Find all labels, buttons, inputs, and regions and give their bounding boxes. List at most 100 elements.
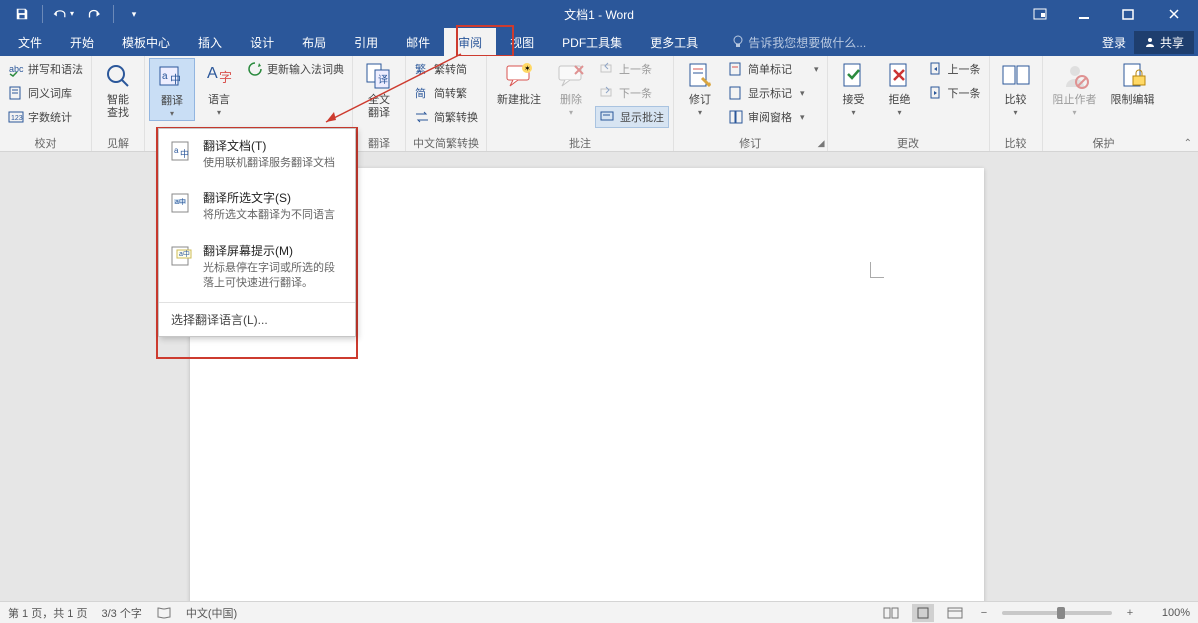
close-button[interactable]	[1150, 0, 1198, 28]
maximize-button[interactable]	[1106, 0, 1150, 28]
tab-review[interactable]: 审阅	[444, 28, 496, 56]
qat-customize[interactable]: ▾	[120, 2, 148, 26]
group-label-chinese-conv: 中文简繁转换	[406, 135, 486, 151]
quick-access-toolbar: ▾ ▾	[0, 2, 148, 26]
login-link[interactable]: 登录	[1102, 34, 1126, 51]
tab-insert[interactable]: 插入	[184, 28, 236, 56]
group-label-compare: 比较	[990, 135, 1042, 151]
translate-selection-item[interactable]: a中 翻译所选文字(S) 将所选文本翻译为不同语言	[159, 181, 355, 233]
zoom-level[interactable]: 100%	[1148, 607, 1190, 619]
smart-lookup-button[interactable]: 智能 查找	[96, 58, 140, 122]
undo-button[interactable]: ▾	[49, 2, 77, 26]
simp-to-trad-button[interactable]: 简简转繁	[410, 82, 482, 104]
tab-design[interactable]: 设计	[236, 28, 288, 56]
group-tracking: 修订 ▾ 简单标记▾ 显示标记▾ 审阅窗格▾ 修订◢	[674, 56, 828, 151]
window-title: 文档1 - Word	[564, 6, 634, 23]
choose-translation-language-item[interactable]: 选择翻译语言(L)...	[159, 303, 355, 336]
status-chars[interactable]: 3/3 个字	[101, 605, 141, 621]
next-comment-button[interactable]: 下一条	[595, 82, 669, 104]
new-comment-icon: ✶	[503, 60, 535, 92]
tab-pdf[interactable]: PDF工具集	[548, 28, 636, 56]
update-ime-dict-button[interactable]: 更新输入法词典	[243, 58, 348, 80]
ime-update-icon	[247, 61, 263, 77]
ribbon-tabs: 文件 开始 模板中心 插入 设计 布局 引用 邮件 审阅 视图 PDF工具集 更…	[0, 28, 1198, 56]
thesaurus-button[interactable]: 同义词库	[4, 82, 87, 104]
chevron-down-icon: ▾	[569, 109, 573, 117]
tab-more[interactable]: 更多工具	[636, 28, 712, 56]
compare-button[interactable]: 比较 ▾	[994, 58, 1038, 119]
status-book-icon[interactable]	[156, 606, 172, 620]
tab-view[interactable]: 视图	[496, 28, 548, 56]
zoom-in-button[interactable]: +	[1122, 607, 1138, 619]
svg-text:123: 123	[11, 115, 23, 122]
chinese-conversion-button[interactable]: 简繁转换	[410, 106, 482, 128]
tell-me-search[interactable]: 告诉我您想要做什么...	[732, 34, 866, 51]
reject-icon	[884, 60, 916, 92]
svg-text:a: a	[162, 71, 168, 82]
view-web-button[interactable]	[944, 604, 966, 622]
prev-change-icon	[928, 61, 944, 77]
zoom-out-button[interactable]: −	[976, 607, 992, 619]
reviewing-pane-icon	[728, 109, 744, 125]
dialog-launcher-icon[interactable]: ◢	[818, 138, 825, 149]
minimize-button[interactable]	[1062, 0, 1106, 28]
cursor-mark	[870, 258, 886, 278]
svg-text:中: 中	[180, 148, 189, 159]
share-button[interactable]: 共享	[1134, 31, 1194, 54]
prev-change-button[interactable]: 上一条	[924, 58, 985, 80]
view-read-button[interactable]	[880, 604, 902, 622]
spelling-grammar-button[interactable]: abc拼写和语法	[4, 58, 87, 80]
status-language[interactable]: 中文(中国)	[186, 605, 237, 621]
status-page[interactable]: 第 1 页，共 1 页	[8, 605, 87, 621]
tell-me-placeholder: 告诉我您想要做什么...	[748, 34, 866, 51]
show-comments-button[interactable]: 显示批注	[595, 106, 669, 128]
view-print-button[interactable]	[912, 604, 934, 622]
show-comments-icon	[600, 109, 616, 125]
zoom-slider[interactable]	[1002, 611, 1112, 615]
redo-button[interactable]	[79, 2, 107, 26]
translate-screentip-item[interactable]: a中 翻译屏幕提示(M) 光标悬停在字词或所选的段落上可快速进行翻译。	[159, 234, 355, 302]
group-label-insights: 见解	[92, 135, 144, 151]
reviewing-pane-button[interactable]: 审阅窗格▾	[724, 106, 823, 128]
collapse-ribbon-button[interactable]: ⌃	[1184, 138, 1192, 149]
tab-file[interactable]: 文件	[4, 28, 56, 56]
full-translate-button[interactable]: 译 全文 翻译	[357, 58, 401, 122]
translate-tip-icon: a中	[169, 244, 193, 268]
translate-button[interactable]: a中 翻译 ▾	[149, 58, 195, 121]
restrict-editing-button[interactable]: 限制编辑	[1105, 58, 1161, 109]
smart-lookup-icon	[102, 60, 134, 92]
translate-icon: a中	[156, 61, 188, 93]
save-button[interactable]	[8, 2, 36, 26]
show-markup-button[interactable]: 显示标记▾	[724, 82, 823, 104]
ribbon-options-button[interactable]	[1018, 0, 1062, 28]
word-count-button[interactable]: 123字数统计	[4, 106, 87, 128]
track-changes-button[interactable]: 修订 ▾	[678, 58, 722, 119]
group-compare: 比较 ▾ 比较	[990, 56, 1043, 151]
prev-comment-button[interactable]: 上一条	[595, 58, 669, 80]
chevron-down-icon: ▾	[1014, 109, 1018, 117]
compare-icon	[1000, 60, 1032, 92]
accept-button[interactable]: 接受 ▾	[832, 58, 876, 119]
tab-mailings[interactable]: 邮件	[392, 28, 444, 56]
language-button[interactable]: A字 语言 ▾	[197, 58, 241, 119]
delete-comment-button[interactable]: 删除 ▾	[549, 58, 593, 119]
markup-display-button[interactable]: 简单标记▾	[724, 58, 823, 80]
new-comment-button[interactable]: ✶ 新建批注	[491, 58, 547, 109]
next-change-button[interactable]: 下一条	[924, 82, 985, 104]
svg-text:字: 字	[219, 70, 232, 85]
translate-document-item[interactable]: a中 翻译文档(T) 使用联机翻译服务翻译文档	[159, 129, 355, 181]
tab-templates[interactable]: 模板中心	[108, 28, 184, 56]
block-authors-button[interactable]: 阻止作者 ▾	[1047, 58, 1103, 119]
svg-text:A: A	[207, 65, 218, 82]
tab-references[interactable]: 引用	[340, 28, 392, 56]
group-label-proofing: 校对	[0, 135, 91, 151]
delete-comment-icon	[555, 60, 587, 92]
svg-text:a中: a中	[179, 249, 190, 258]
tab-layout[interactable]: 布局	[288, 28, 340, 56]
reject-button[interactable]: 拒绝 ▾	[878, 58, 922, 119]
tab-home[interactable]: 开始	[56, 28, 108, 56]
translate-dropdown: a中 翻译文档(T) 使用联机翻译服务翻译文档 a中 翻译所选文字(S) 将所选…	[158, 128, 356, 337]
statusbar: 第 1 页，共 1 页 3/3 个字 中文(中国) − + 100%	[0, 601, 1198, 623]
trad-to-simp-button[interactable]: 繁繁转简	[410, 58, 482, 80]
chevron-down-icon: ▾	[898, 109, 902, 117]
